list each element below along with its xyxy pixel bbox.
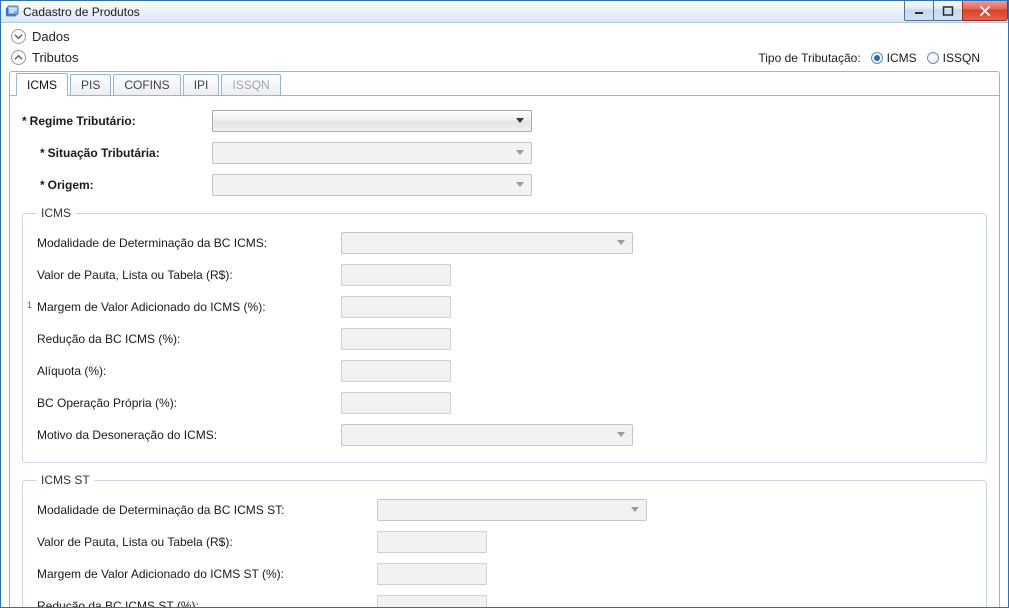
chevron-down-icon [513, 178, 527, 192]
window-cadastro-produtos: Cadastro de Produtos Dados Tr [0, 0, 1009, 608]
section-title-dados: Dados [32, 29, 70, 44]
situacao-combo[interactable] [212, 142, 532, 164]
situacao-label: *Situação Tributária: [22, 146, 212, 160]
tab-issqn-label: ISSQN [232, 78, 269, 92]
tab-pis-label: PIS [81, 78, 100, 92]
maximize-button[interactable] [933, 1, 963, 21]
tab-panel-icms: *Regime Tributário: *Situação Tributária… [10, 95, 999, 607]
chevron-down-icon [614, 236, 628, 250]
tipo-tributacao-label: Tipo de Tributação: [758, 51, 860, 65]
tabstrip: ICMS PIS COFINS IPI ISSQN [10, 71, 999, 95]
mva-label: 1 Margem de Valor Adicionado do ICMS (%)… [37, 300, 341, 314]
chevron-down-icon [614, 428, 628, 442]
mva-input[interactable] [341, 296, 451, 318]
origem-label: *Origem: [22, 178, 212, 192]
minimize-button[interactable] [904, 1, 934, 21]
tab-ipi[interactable]: IPI [183, 74, 220, 95]
bc-op-propria-label: BC Operação Própria (%): [37, 396, 341, 410]
titlebar[interactable]: Cadastro de Produtos [1, 1, 1008, 23]
chevron-down-icon [513, 146, 527, 160]
tab-ipi-label: IPI [194, 78, 209, 92]
tab-icms[interactable]: ICMS [16, 73, 68, 96]
reducao-bc-input[interactable] [341, 328, 451, 350]
reducao-bc-st-label: Redução da BC ICMS ST (%): [37, 599, 377, 607]
reducao-bc-st-input[interactable] [377, 595, 487, 607]
chevron-down-icon [11, 29, 26, 44]
section-header-dados[interactable]: Dados [1, 23, 1008, 48]
aliquota-label: Alíquota (%): [37, 364, 341, 378]
tab-cofins[interactable]: COFINS [113, 74, 180, 95]
radio-issqn[interactable]: ISSQN [927, 51, 980, 65]
modalidade-bc-combo[interactable] [341, 232, 633, 254]
aliquota-input[interactable] [341, 360, 451, 382]
tab-pis[interactable]: PIS [70, 74, 111, 95]
icms-group: ICMS Modalidade de Determinação da BC IC… [22, 206, 987, 463]
tab-cofins-label: COFINS [124, 78, 169, 92]
modalidade-bc-st-combo[interactable] [377, 499, 647, 521]
valor-pauta-label: Valor de Pauta, Lista ou Tabela (R$): [37, 268, 341, 282]
radio-icon [871, 52, 883, 64]
chevron-up-icon [11, 50, 26, 65]
window-title: Cadastro de Produtos [23, 5, 140, 19]
modalidade-bc-st-label: Modalidade de Determinação da BC ICMS ST… [37, 503, 377, 517]
motivo-desoneracao-label: Motivo da Desoneração do ICMS: [37, 428, 341, 442]
bc-op-propria-input[interactable] [341, 392, 451, 414]
tributos-tabs: ICMS PIS COFINS IPI ISSQN *Regime Tribut… [9, 71, 1000, 607]
regime-combo[interactable] [212, 110, 532, 132]
chevron-down-icon [513, 114, 527, 128]
radio-icms[interactable]: ICMS [871, 51, 917, 65]
tab-issqn[interactable]: ISSQN [221, 74, 280, 95]
app-icon [5, 5, 19, 19]
section-title-tributos: Tributos [32, 50, 78, 65]
icms-st-legend: ICMS ST [37, 473, 94, 487]
close-button[interactable] [962, 1, 1008, 21]
mva-st-input[interactable] [377, 563, 487, 585]
origem-combo[interactable] [212, 174, 532, 196]
valor-pauta-st-label: Valor de Pauta, Lista ou Tabela (R$): [37, 535, 377, 549]
regime-label: *Regime Tributário: [22, 114, 212, 128]
tipo-tributacao-group: Tipo de Tributação: ICMS ISSQN [758, 51, 998, 65]
motivo-desoneracao-combo[interactable] [341, 424, 633, 446]
valor-pauta-st-input[interactable] [377, 531, 487, 553]
icms-legend: ICMS [37, 206, 75, 220]
mva-st-label: Margem de Valor Adicionado do ICMS ST (%… [37, 567, 377, 581]
modalidade-bc-label: Modalidade de Determinação da BC ICMS: [37, 236, 341, 250]
section-header-tributos[interactable]: Tributos Tipo de Tributação: ICMS ISSQN [1, 48, 1008, 69]
valor-pauta-input[interactable] [341, 264, 451, 286]
icms-st-group: ICMS ST Modalidade de Determinação da BC… [22, 473, 987, 607]
radio-icon [927, 52, 939, 64]
chevron-down-icon [628, 503, 642, 517]
window-controls [905, 1, 1008, 21]
radio-icms-label: ICMS [887, 51, 917, 65]
reducao-bc-label: Redução da BC ICMS (%): [37, 332, 341, 346]
radio-issqn-label: ISSQN [943, 51, 980, 65]
mva-note: 1 [27, 300, 32, 310]
tab-icms-label: ICMS [27, 78, 57, 92]
client-area: Dados Tributos Tipo de Tributação: ICMS … [1, 23, 1008, 607]
